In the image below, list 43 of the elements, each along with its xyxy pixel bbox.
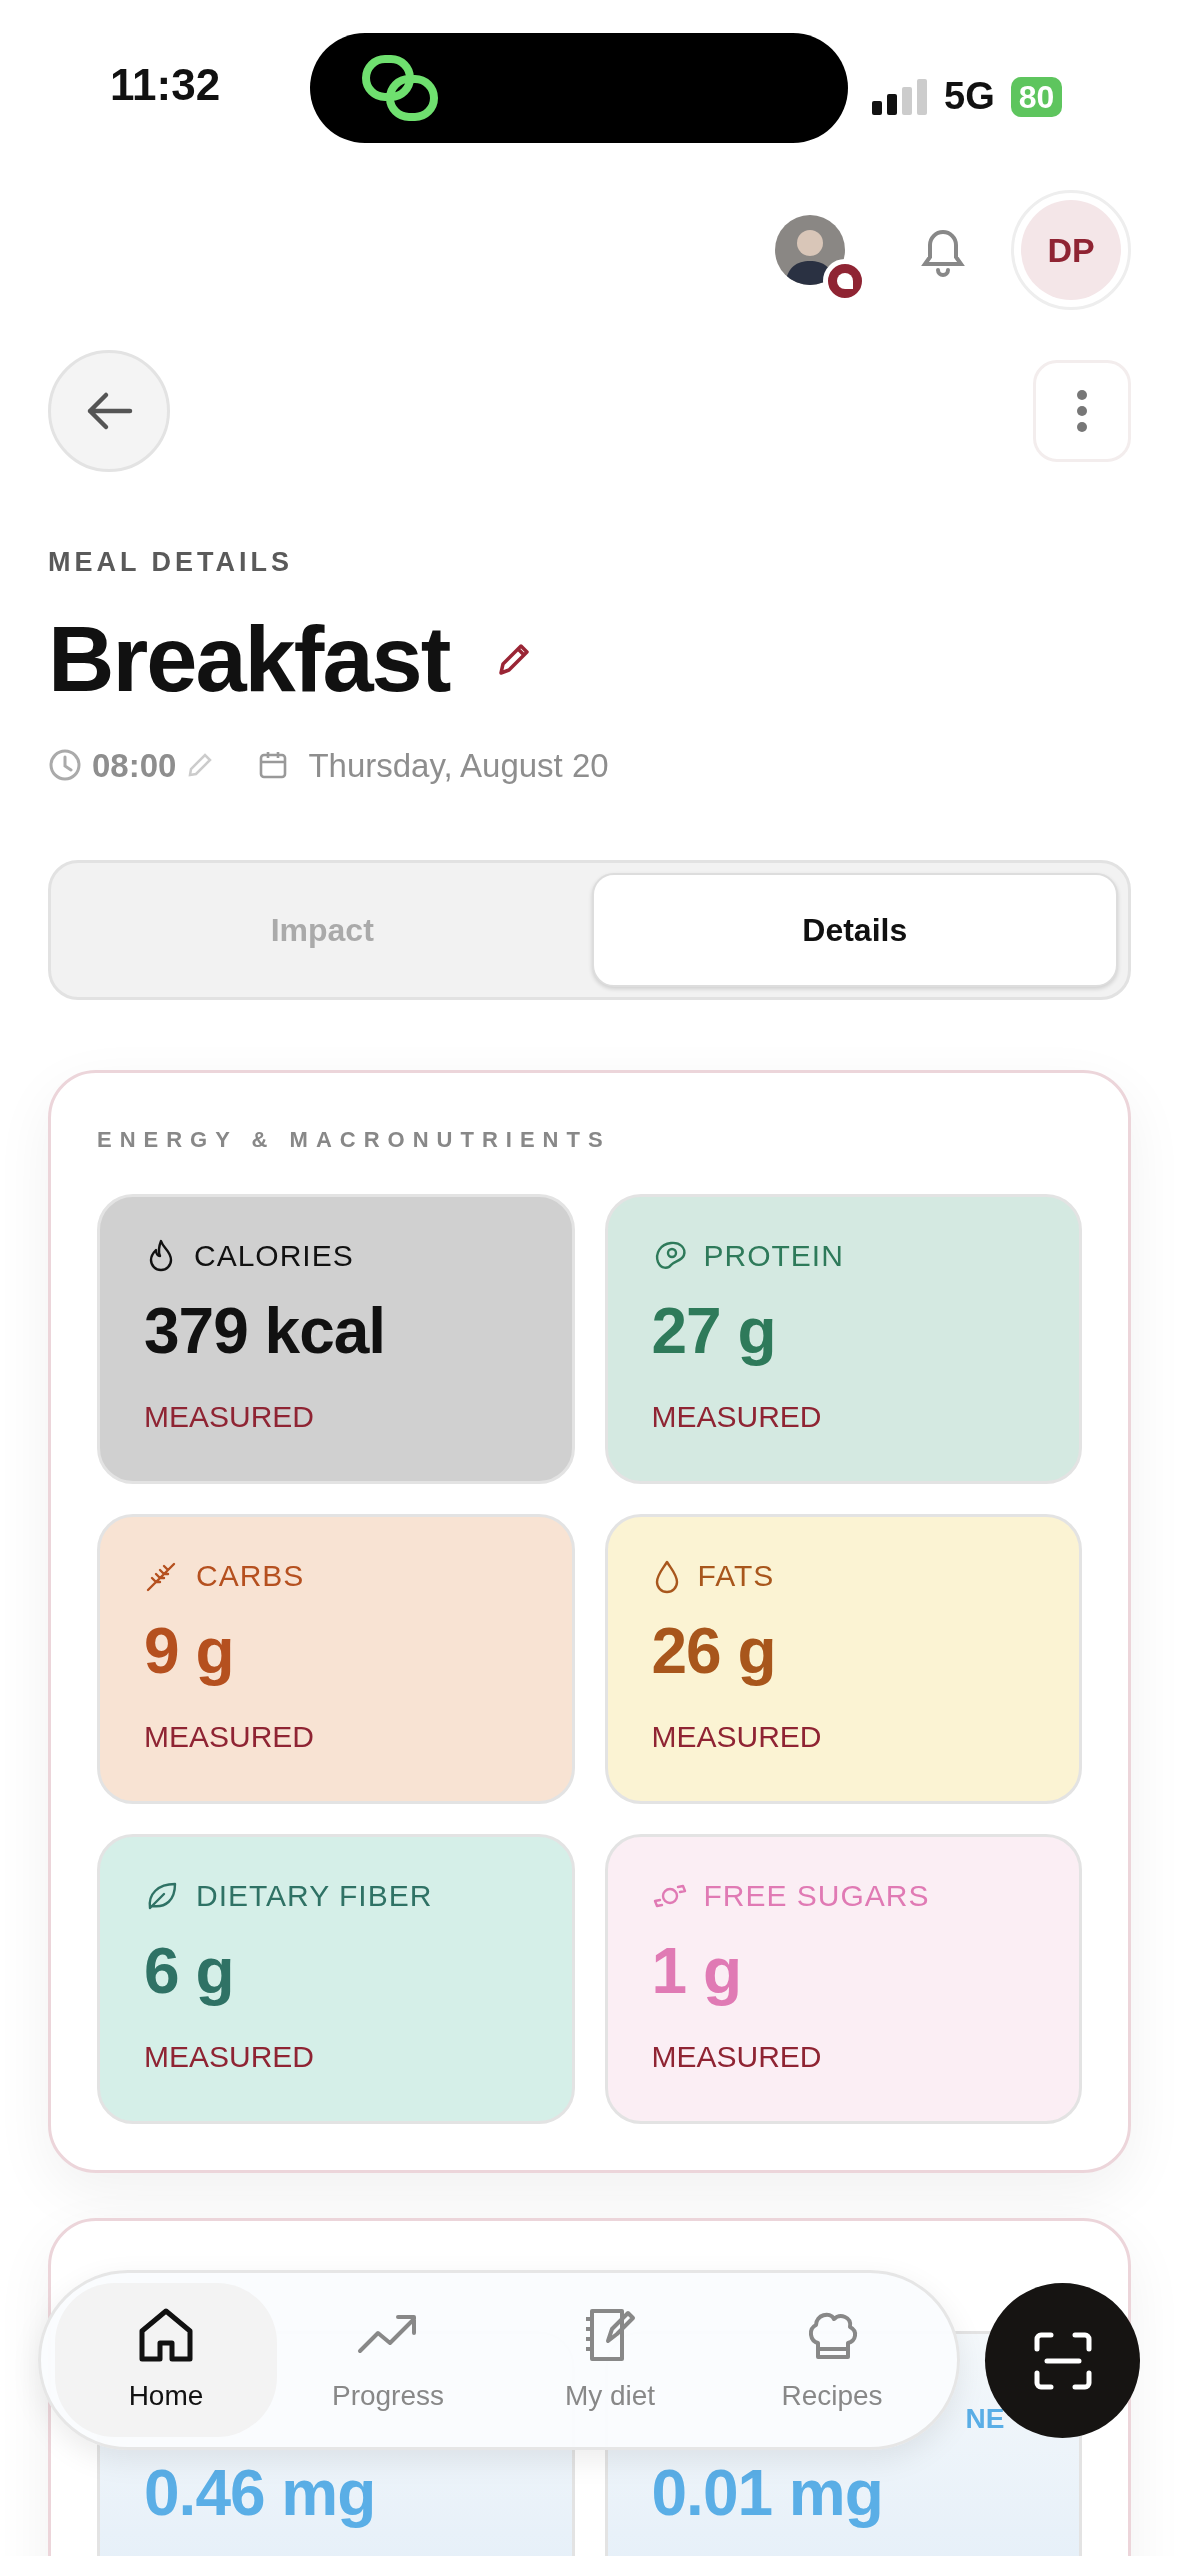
nutrient-value: 0.46 mg bbox=[144, 2458, 377, 2529]
more-icon bbox=[1076, 390, 1088, 432]
tab[interactable]: Details bbox=[591, 873, 1118, 987]
network-label: 5G bbox=[944, 74, 995, 119]
nutrient-value: 6 g bbox=[144, 1936, 235, 2007]
section-title: ENERGY & MACRONUTRIENTS bbox=[97, 1126, 612, 1154]
clock-time: 11:32 bbox=[110, 60, 221, 109]
nutrient-label: CARBS bbox=[196, 1558, 305, 1594]
calendar-icon bbox=[258, 750, 289, 781]
measurement-status: MEASURED bbox=[144, 1719, 316, 1756]
measurement-status: MEASURED bbox=[651, 2039, 823, 2076]
nutrient-value: 0.01 mg bbox=[651, 2458, 884, 2529]
nutrient-label: CALORIES bbox=[194, 1238, 354, 1274]
nutrient-label: DIETARY FIBER bbox=[196, 1878, 433, 1914]
nav-tab[interactable]: Progress bbox=[277, 2283, 499, 2437]
nav-tab[interactable]: Home bbox=[55, 2283, 277, 2437]
nutrient-value: 26 g bbox=[651, 1616, 777, 1687]
meal-date[interactable]: Thursday, August 20 bbox=[308, 740, 609, 790]
nutrient-value: 27 g bbox=[651, 1296, 777, 1367]
measurement-status: MEASURED bbox=[651, 1399, 823, 1436]
profile-initials[interactable]: DP bbox=[1021, 200, 1121, 300]
meal-time[interactable]: 08:00 bbox=[92, 740, 177, 790]
measurement-status: MEASURED bbox=[144, 2039, 316, 2076]
nutrient-value: 9 g bbox=[144, 1616, 235, 1687]
more-button[interactable] bbox=[1033, 360, 1131, 462]
nutrient-label: NE bbox=[965, 2402, 1005, 2436]
nutrient-value: 1 g bbox=[651, 1936, 742, 2007]
measurement-status: MEASURED bbox=[144, 1399, 316, 1436]
section-label: MEAL DETAILS bbox=[48, 546, 294, 579]
nav-tab[interactable]: My diet bbox=[499, 2283, 721, 2437]
battery-level: 80 bbox=[1010, 76, 1063, 117]
message-icon bbox=[835, 271, 855, 291]
nutrient-label: FATS bbox=[697, 1558, 775, 1594]
nutrient-value: 379 kcal bbox=[144, 1296, 387, 1367]
measurement-status: MEASURED bbox=[651, 1719, 823, 1756]
signal-icon bbox=[872, 78, 928, 115]
clock-icon bbox=[48, 748, 82, 783]
link-icon bbox=[360, 53, 440, 123]
meal-title: Breakfast bbox=[48, 612, 450, 705]
tab[interactable]: Impact bbox=[61, 873, 584, 987]
nutrient-label: PROTEIN bbox=[703, 1238, 844, 1274]
nutrient-label: FREE SUGARS bbox=[703, 1878, 930, 1914]
nav-tab[interactable]: Recipes bbox=[721, 2283, 943, 2437]
